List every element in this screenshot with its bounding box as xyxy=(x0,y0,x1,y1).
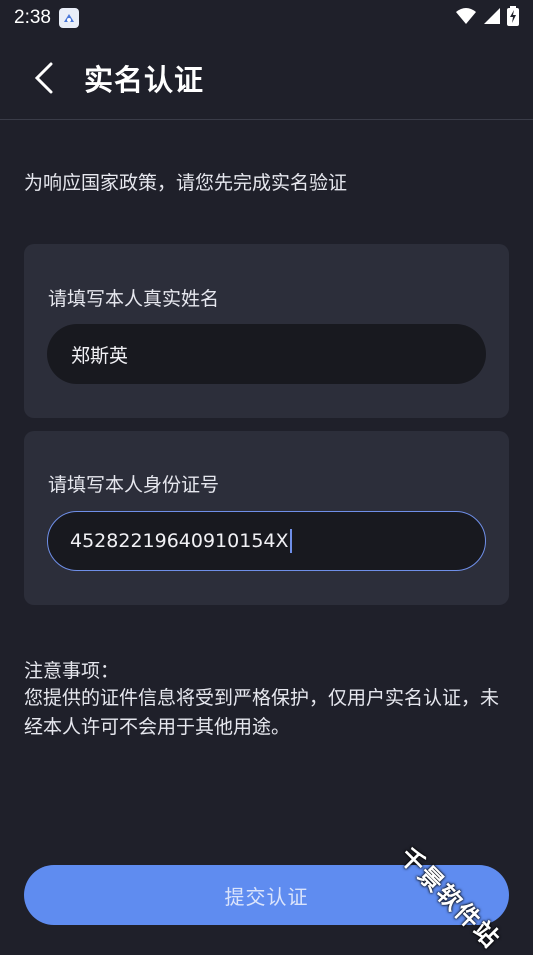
text-caret xyxy=(289,529,292,553)
id-label: 请填写本人身份证号 xyxy=(48,474,220,496)
name-label: 请填写本人真实姓名 xyxy=(48,288,220,310)
chevron-left-icon xyxy=(34,62,53,93)
battery-charging-icon xyxy=(507,6,519,30)
page-title: 实名认证 xyxy=(84,62,205,97)
header: 实名认证 xyxy=(0,36,533,120)
name-card: 请填写本人真实姓名 郑斯英 xyxy=(24,244,509,418)
name-value: 郑斯英 xyxy=(71,344,129,367)
back-button[interactable] xyxy=(24,58,64,98)
status-time: 2:38 xyxy=(14,7,51,28)
wifi-icon xyxy=(455,7,477,29)
signal-icon xyxy=(483,7,501,29)
id-card: 请填写本人身份证号 45282219640910154X xyxy=(24,431,509,605)
status-bar: 2:38 xyxy=(0,0,533,36)
id-number-value: 45282219640910154X xyxy=(70,530,289,552)
submit-label: 提交认证 xyxy=(224,884,309,909)
id-number-input[interactable]: 45282219640910154X xyxy=(47,511,486,571)
notes-title: 注意事项： xyxy=(24,660,120,682)
notes-body: 您提供的证件信息将受到严格保护，仅用户实名认证，未经本人许可不会用于其他用途。 xyxy=(24,687,500,738)
intro-text: 为响应国家政策，请您先完成实名验证 xyxy=(24,172,348,194)
app-notification-icon xyxy=(58,8,79,28)
name-input[interactable]: 郑斯英 xyxy=(47,324,486,384)
